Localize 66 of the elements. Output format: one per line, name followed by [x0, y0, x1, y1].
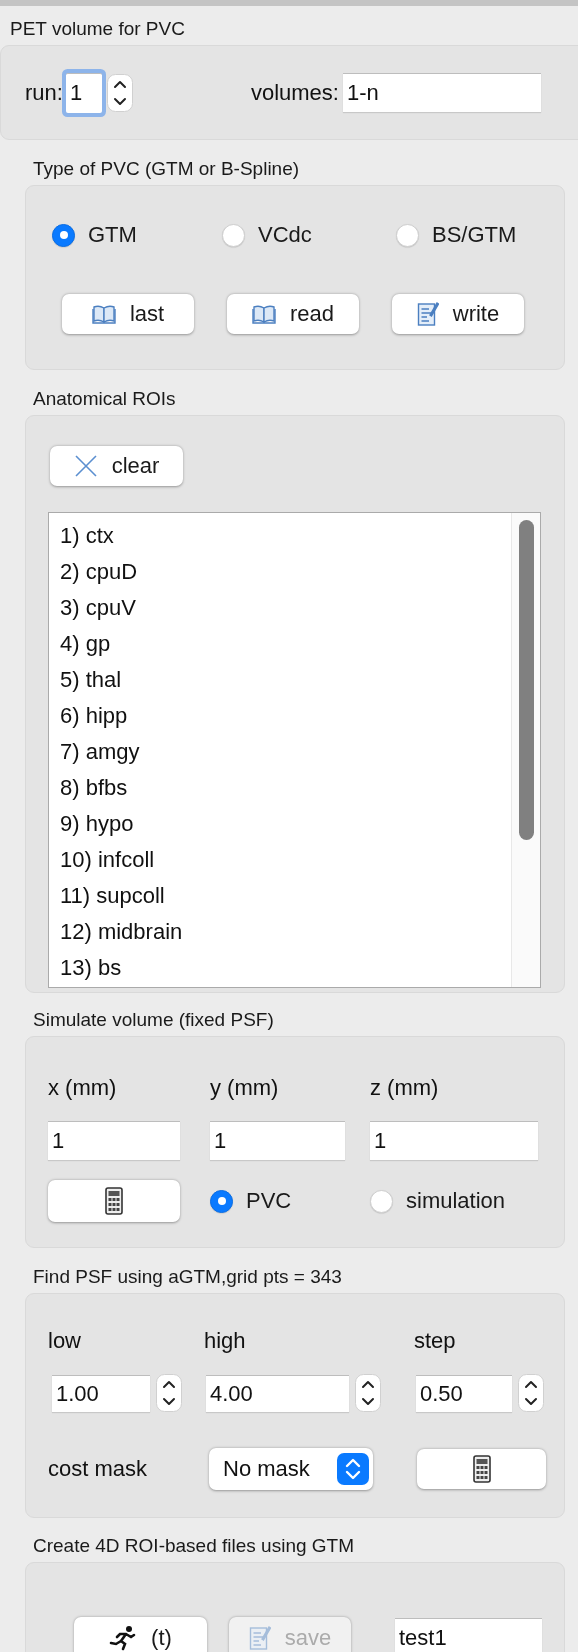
text-field[interactable]: test1 — [395, 1618, 542, 1652]
toolbar-button[interactable]: read — [227, 294, 359, 334]
section-title: PET volume for PVC — [9, 18, 186, 40]
text-field[interactable]: 1 — [370, 1121, 538, 1160]
text-field[interactable]: 1.00 — [52, 1374, 150, 1412]
section-title: Simulate volume (fixed PSF) — [32, 1009, 275, 1031]
section-title: Type of PVC (GTM or B-Spline) — [32, 158, 301, 180]
list-item[interactable]: 10) infcoll — [60, 842, 511, 878]
text-field[interactable]: 0.50 — [416, 1374, 512, 1412]
text-field[interactable]: 1 — [210, 1121, 345, 1160]
list-item[interactable]: 7) amgy — [60, 734, 511, 770]
stepper-button[interactable] — [355, 1374, 381, 1412]
list-item[interactable]: 11) supcoll — [60, 878, 511, 914]
cost-mask-label: cost mask — [48, 1456, 149, 1482]
text-field[interactable]: 1 — [65, 72, 102, 113]
run-label: run: — [25, 79, 63, 106]
up-down-icon — [337, 1453, 369, 1485]
document-icon — [248, 1624, 271, 1651]
field-label: high — [204, 1328, 247, 1354]
radio-label: VCdc — [258, 222, 312, 248]
list-item[interactable]: 1) ctx — [60, 518, 511, 554]
runner-icon — [109, 1624, 138, 1651]
run-button[interactable]: (t) — [74, 1617, 207, 1652]
radio-label: simulation — [406, 1188, 506, 1214]
book-icon — [91, 304, 116, 324]
field-label: y (mm) — [210, 1075, 280, 1101]
calculator-icon — [105, 1187, 123, 1215]
list-item[interactable]: 6) hipp — [60, 698, 511, 734]
calculator-icon — [472, 1455, 491, 1483]
list-item[interactable]: 2) cpuD — [60, 554, 511, 590]
list-item[interactable]: 3) cpuV — [60, 590, 511, 626]
stepper-button[interactable] — [106, 73, 133, 112]
list-item[interactable]: 13) bs — [60, 950, 511, 986]
field-label: z (mm) — [370, 1075, 440, 1101]
list-item[interactable]: 5) thal — [60, 662, 511, 698]
section-title: Find PSF using aGTM,grid pts = 343 — [32, 1266, 343, 1288]
toolbar-button[interactable]: last — [62, 294, 194, 334]
radio-button[interactable] — [52, 223, 75, 247]
radio-label: PVC — [246, 1188, 292, 1214]
radio-button[interactable] — [210, 1189, 233, 1213]
calculator-button[interactable] — [48, 1180, 180, 1222]
stepper-button[interactable] — [156, 1374, 182, 1412]
radio-label: GTM — [88, 222, 137, 248]
stepper-button[interactable] — [518, 1374, 544, 1412]
list-item[interactable]: 9) hypo — [60, 806, 511, 842]
list-item[interactable]: 8) bfbs — [60, 770, 511, 806]
section-title: Anatomical ROIs — [32, 388, 177, 410]
radio-label: BS/GTM — [432, 222, 517, 248]
cross-icon — [73, 454, 98, 478]
toolbar-button[interactable]: write — [392, 294, 524, 334]
text-field[interactable]: 1 — [48, 1121, 180, 1160]
scrollbar-thumb[interactable] — [519, 520, 534, 840]
section-title: Create 4D ROI-based files using GTM — [32, 1535, 355, 1557]
text-field[interactable]: 1-n — [342, 73, 541, 112]
list-item[interactable]: 4) gp — [60, 626, 511, 662]
clear-button[interactable]: clear — [50, 446, 183, 486]
field-label: x (mm) — [48, 1075, 118, 1101]
text-field[interactable]: 4.00 — [206, 1374, 349, 1412]
book-icon — [251, 304, 276, 324]
mask-dropdown[interactable]: No mask — [209, 1448, 373, 1490]
list-item[interactable]: 12) midbrain — [60, 914, 511, 950]
document-icon — [416, 301, 439, 327]
calculator-button[interactable] — [417, 1449, 546, 1489]
field-label: low — [48, 1328, 82, 1354]
field-label: step — [414, 1328, 457, 1354]
volumes-label: volumes: — [250, 79, 339, 106]
